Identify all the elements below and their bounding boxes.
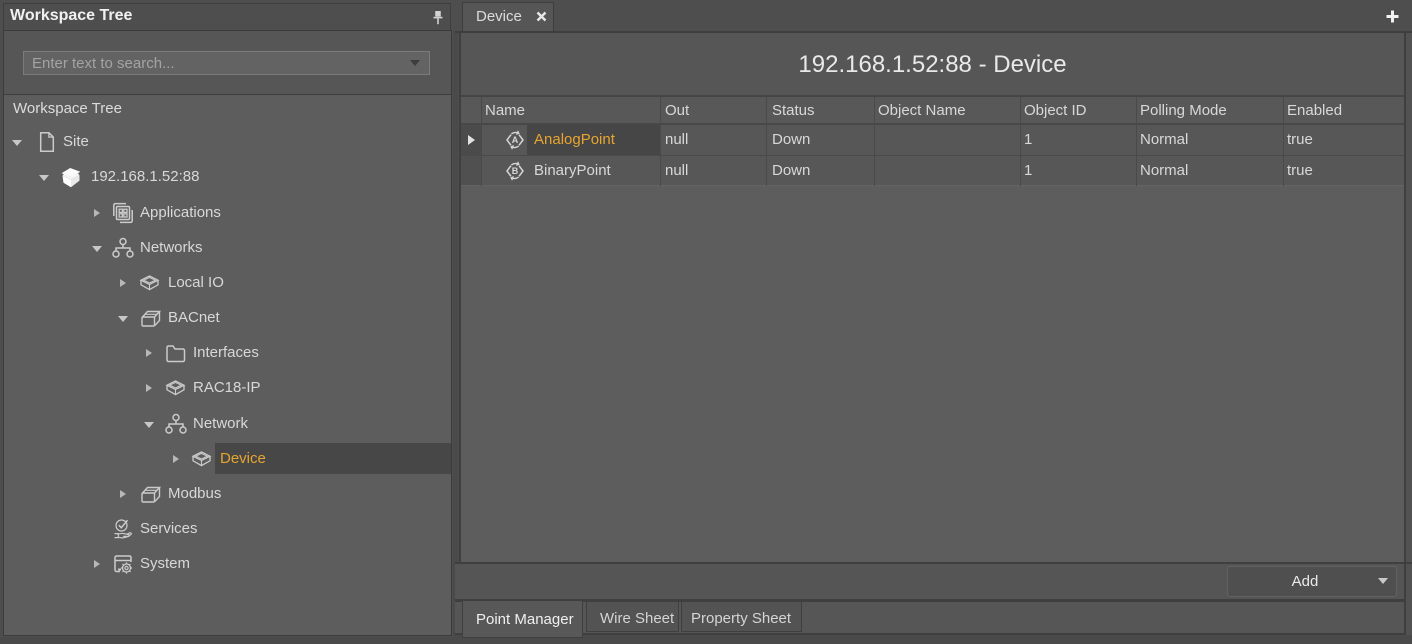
svg-text:A: A — [512, 135, 519, 145]
svg-text:B: B — [512, 166, 519, 176]
